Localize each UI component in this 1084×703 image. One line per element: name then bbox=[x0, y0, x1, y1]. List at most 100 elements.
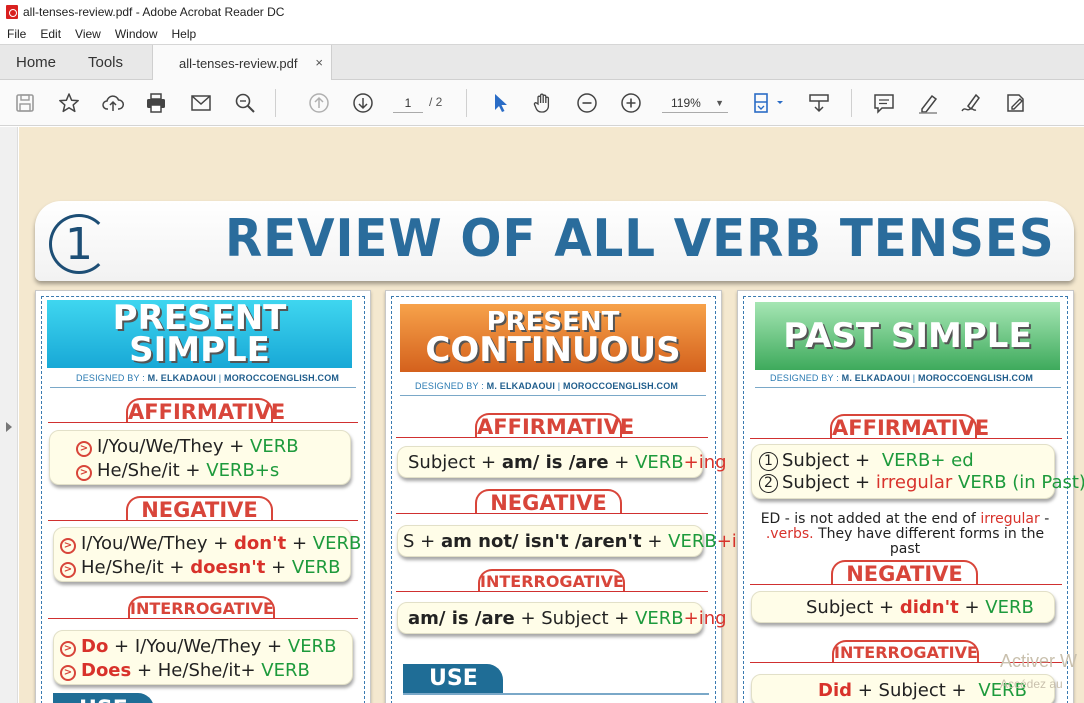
affirmative-card: > I/You/We/They + VERB > He/She/it + VERB+… bbox=[49, 430, 351, 485]
upload-cloud-icon[interactable] bbox=[101, 91, 125, 115]
past-simple-panel: PAST SIMPLE DESIGNED BY : M. ELKADAOUI |… bbox=[737, 290, 1084, 703]
credit-sep: | bbox=[218, 373, 222, 383]
credit-site: MOROCCOENGLISH.COM bbox=[224, 373, 340, 383]
present-continuous-panel: PRESENT CONTINUOUS DESIGNED BY : M. ELKA… bbox=[385, 290, 760, 703]
negative-formula: S + am not/ isn't /aren't + VERB+ing bbox=[403, 531, 760, 552]
use-label: USE bbox=[53, 693, 154, 703]
expand-panel-icon[interactable] bbox=[6, 422, 12, 432]
comment-icon[interactable] bbox=[872, 91, 896, 115]
menu-window[interactable]: Window bbox=[108, 27, 165, 41]
menu-help[interactable]: Help bbox=[165, 27, 204, 41]
interrogative-row: > Do + I/You/We/They + VERB bbox=[60, 636, 336, 657]
page-up-icon[interactable] bbox=[307, 91, 331, 115]
search-zoom-icon[interactable] bbox=[233, 91, 257, 115]
credit-line: DESIGNED BY : M. ELKADAOUI | MOROCCOENGL… bbox=[415, 381, 679, 391]
divider bbox=[403, 693, 709, 695]
interrogative-card: am/ is /are + Subject + VERB+ing bbox=[397, 602, 727, 634]
toolbar: 1 / 2 119% ▼ bbox=[0, 80, 1084, 126]
arrow-bullet-icon: > bbox=[60, 665, 76, 681]
tab-document-label: all-tenses-review.pdf bbox=[179, 55, 298, 71]
negative-label: NEGATIVE bbox=[831, 560, 978, 586]
divider bbox=[400, 395, 706, 396]
hand-icon[interactable] bbox=[531, 91, 555, 115]
tab-tools[interactable]: Tools bbox=[88, 54, 123, 71]
negative-card: S + am not/ isn't /aren't + VERB+ing bbox=[397, 525, 760, 557]
present-simple-title: PRESENT SIMPLE bbox=[47, 300, 352, 368]
irregular-note: ED - is not added at the end of irregula… bbox=[760, 511, 1050, 557]
affirmative-label: AFFIRMATIVE bbox=[830, 414, 990, 440]
divider bbox=[755, 387, 1061, 388]
divider bbox=[750, 438, 1062, 439]
interrogative-label: INTERROGATIVE bbox=[478, 569, 625, 591]
credit-prefix: DESIGNED BY : bbox=[76, 373, 145, 383]
affirmative-row: 1 Subject + VERB+ ed bbox=[759, 450, 974, 471]
divider bbox=[48, 618, 358, 619]
divider bbox=[750, 584, 1062, 585]
divider bbox=[396, 513, 708, 514]
print-icon[interactable] bbox=[144, 91, 168, 115]
save-icon[interactable] bbox=[13, 91, 37, 115]
close-tab-icon[interactable]: × bbox=[315, 55, 323, 70]
divider bbox=[48, 422, 358, 423]
arrow-bullet-icon: > bbox=[60, 641, 76, 657]
banner-title: REVIEW OF ALL VERB TENSES bbox=[225, 209, 1055, 269]
past-simple-title: PAST SIMPLE bbox=[755, 302, 1060, 370]
zoom-in-icon[interactable] bbox=[619, 91, 643, 115]
affirmative-formula: Subject + am/ is /are + VERB+ing bbox=[408, 452, 727, 473]
email-icon[interactable] bbox=[189, 91, 213, 115]
title-bar: all-tenses-review.pdf - Adobe Acrobat Re… bbox=[0, 0, 1084, 24]
arrow-bullet-icon: > bbox=[60, 562, 76, 578]
negative-label: NEGATIVE bbox=[126, 496, 273, 522]
interrogative-label: INTERROGATIVE bbox=[128, 596, 275, 618]
bookmark-star-icon[interactable] bbox=[57, 91, 81, 115]
pdf-app-icon bbox=[6, 5, 18, 19]
toolbar-separator bbox=[466, 89, 467, 117]
present-continuous-title: PRESENT CONTINUOUS bbox=[400, 304, 706, 372]
credit-author: M. ELKADAOUI bbox=[147, 373, 217, 383]
banner-number: 1 bbox=[49, 214, 109, 274]
arrow-bullet-icon: > bbox=[60, 538, 76, 554]
toolbar-separator bbox=[851, 89, 852, 117]
negative-row: > I/You/We/They + don't + VERB bbox=[60, 533, 361, 554]
menu-view[interactable]: View bbox=[68, 27, 108, 41]
interrogative-label: INTERROGATIVE bbox=[832, 640, 979, 662]
affirmative-label: AFFIRMATIVE bbox=[475, 413, 635, 439]
fit-page-icon[interactable] bbox=[750, 91, 786, 115]
document-viewport[interactable]: 1 REVIEW OF ALL VERB TENSES PRESENT SIMP… bbox=[19, 127, 1084, 703]
divider bbox=[396, 591, 708, 592]
interrogative-formula: Did + Subject + VERB bbox=[818, 680, 1027, 701]
activation-watermark-sub: Accédez au bbox=[1000, 677, 1063, 691]
credit-line: DESIGNED BY : M. ELKADAOUI | MOROCCOENGL… bbox=[770, 373, 1034, 383]
activation-watermark: Activer W bbox=[1000, 651, 1078, 671]
negative-card: Subject + didn't + VERB bbox=[751, 591, 1055, 623]
affirmative-row: > I/You/We/They + VERB bbox=[76, 436, 299, 457]
chevron-down-icon: ▼ bbox=[715, 98, 724, 108]
zoom-value: 119% bbox=[671, 96, 701, 110]
negative-card: > I/You/We/They + don't + VERB > He/She/it… bbox=[53, 527, 361, 582]
sign-icon[interactable] bbox=[959, 91, 983, 115]
page-down-icon[interactable] bbox=[351, 91, 375, 115]
menu-edit[interactable]: Edit bbox=[33, 27, 68, 41]
zoom-select[interactable]: 119% ▼ bbox=[662, 93, 728, 113]
arrow-bullet-icon: > bbox=[76, 441, 92, 457]
toolbar-separator bbox=[275, 89, 276, 117]
zoom-out-icon[interactable] bbox=[575, 91, 599, 115]
divider bbox=[396, 437, 708, 438]
menu-bar: File Edit View Window Help bbox=[0, 24, 1084, 44]
scroll-mode-icon[interactable] bbox=[807, 91, 831, 115]
page-number-input[interactable]: 1 bbox=[393, 93, 423, 113]
menu-file[interactable]: File bbox=[0, 27, 33, 41]
tab-bar: Home Tools all-tenses-review.pdf × bbox=[0, 44, 1084, 81]
negative-row: > He/She/it + doesn't + VERB bbox=[60, 557, 340, 578]
affirmative-row: > He/She/it + VERB+s bbox=[76, 460, 279, 481]
affirmative-row: 2 Subject + irregular VERB (in Past) bbox=[759, 472, 1084, 493]
left-panel-toggle[interactable] bbox=[0, 127, 18, 703]
select-cursor-icon[interactable] bbox=[488, 91, 512, 115]
affirmative-card: Subject + am/ is /are + VERB+ing bbox=[397, 446, 727, 478]
negative-label: NEGATIVE bbox=[475, 489, 622, 515]
fill-sign-icon[interactable] bbox=[1003, 91, 1027, 115]
tab-home[interactable]: Home bbox=[16, 54, 56, 71]
use-label: USE bbox=[403, 664, 503, 694]
tab-document[interactable]: all-tenses-review.pdf × bbox=[152, 45, 332, 81]
highlight-icon[interactable] bbox=[916, 91, 940, 115]
